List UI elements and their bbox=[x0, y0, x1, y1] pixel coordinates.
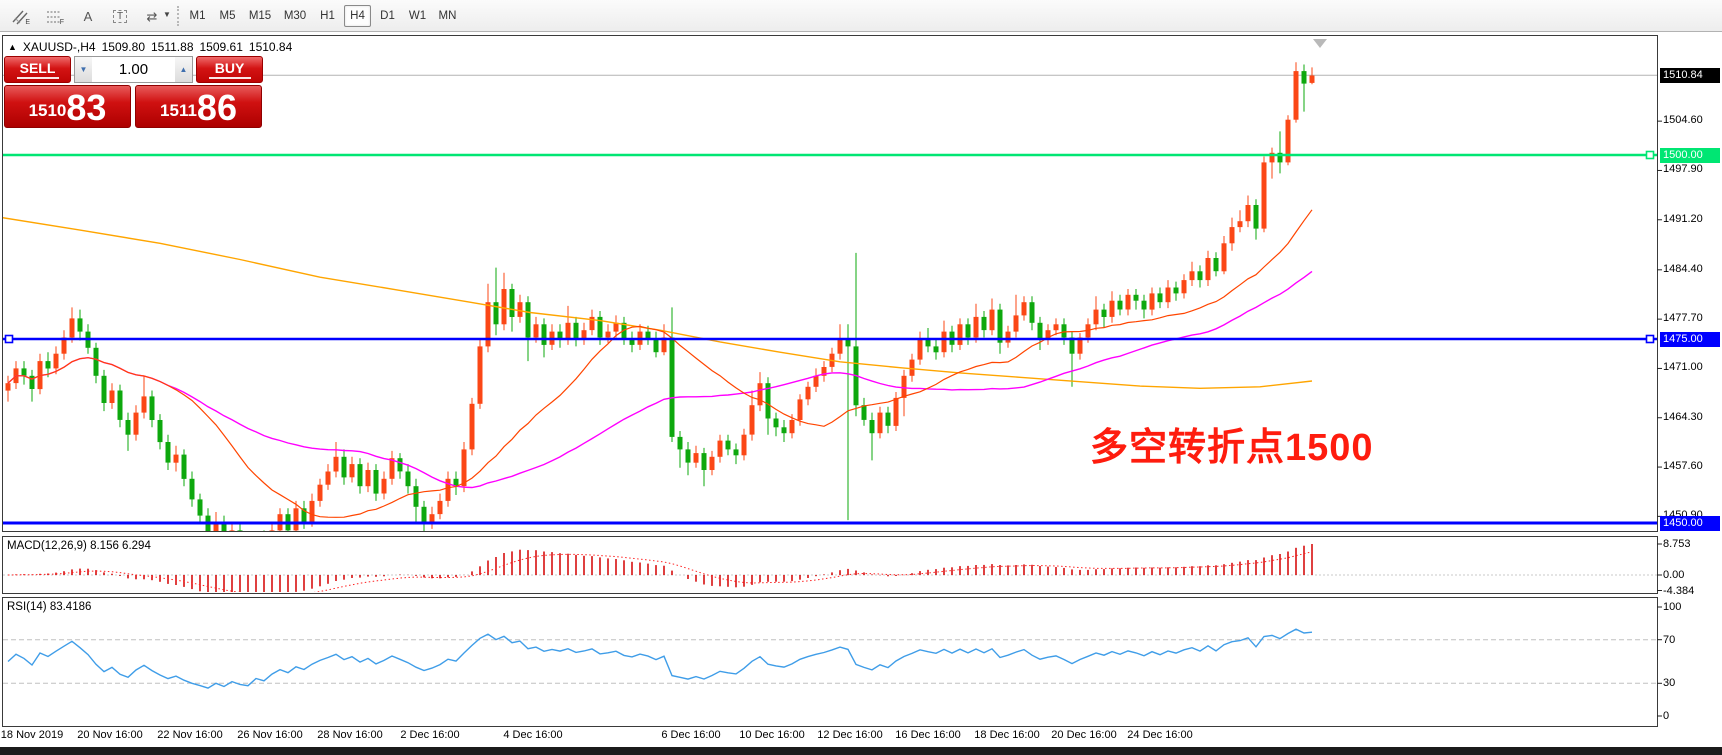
buy-price-panel[interactable]: 1511 86 bbox=[135, 85, 262, 128]
chart-text-annotation[interactable]: 多空转折点1500 bbox=[1090, 416, 1374, 471]
macd-signal-line bbox=[8, 552, 1312, 596]
window-bottom-edge bbox=[0, 747, 1722, 755]
time-tick-label: 18 Dec 16:00 bbox=[974, 729, 1039, 741]
time-tick-label: 18 Nov 2019 bbox=[1, 729, 63, 741]
tab-timeframe-m15[interactable]: M15 bbox=[244, 5, 276, 27]
tab-timeframe-d1[interactable]: D1 bbox=[374, 5, 401, 27]
equidistant-channel-icon[interactable]: E bbox=[8, 5, 32, 28]
buy-button[interactable]: BUY bbox=[196, 56, 263, 83]
level-price-badge: 1475.00 bbox=[1660, 332, 1720, 347]
sell-price-handle: 1510 bbox=[29, 101, 67, 121]
price-tick-label: 1471.00 bbox=[1663, 361, 1721, 373]
volume-input[interactable] bbox=[92, 57, 175, 82]
symbols-cycle-icon[interactable]: ⇄ bbox=[140, 5, 164, 28]
price-tick-label: 1484.40 bbox=[1663, 263, 1721, 275]
rsi-line bbox=[8, 629, 1312, 688]
level-price-badge: 1450.00 bbox=[1660, 516, 1720, 531]
ohlc-close: 1510.84 bbox=[249, 40, 292, 54]
time-tick-label: 6 Dec 16:00 bbox=[661, 729, 720, 741]
time-tick-label: 12 Dec 16:00 bbox=[817, 729, 882, 741]
macd-axis-label: 8.753 bbox=[1663, 538, 1721, 550]
buy-price-pips: 86 bbox=[197, 91, 237, 125]
current-price-badge: 1510.84 bbox=[1660, 68, 1720, 83]
tab-timeframe-m1[interactable]: M1 bbox=[184, 5, 211, 27]
time-tick-label: 24 Dec 16:00 bbox=[1127, 729, 1192, 741]
price-tick-label: 1477.70 bbox=[1663, 312, 1721, 324]
collapse-trade-panel-icon[interactable]: ▲ bbox=[8, 42, 17, 52]
volume-increase-button[interactable]: ▲ bbox=[175, 57, 192, 82]
tab-timeframe-m30[interactable]: M30 bbox=[279, 5, 311, 27]
toolbar-separator bbox=[177, 6, 179, 26]
level-price-badge: 1500.00 bbox=[1660, 148, 1720, 163]
tab-timeframe-h1[interactable]: H1 bbox=[314, 5, 341, 27]
volume-stepper: ▼ ▲ bbox=[74, 56, 193, 83]
macd-axis-label: 0.00 bbox=[1663, 569, 1721, 581]
price-tick-label: 1497.90 bbox=[1663, 163, 1721, 175]
ma-fast-line bbox=[8, 210, 1312, 518]
time-tick-label: 16 Dec 16:00 bbox=[895, 729, 960, 741]
line-handle bbox=[1647, 152, 1654, 159]
symbol-title: XAUUSD-,H4 bbox=[23, 40, 96, 54]
rsi-axis-label: 100 bbox=[1663, 601, 1721, 613]
line-handle bbox=[6, 336, 13, 343]
label-tool-icon[interactable]: T bbox=[108, 5, 132, 28]
price-tick-label: 1491.20 bbox=[1663, 213, 1721, 225]
tab-timeframe-mn[interactable]: MN bbox=[434, 5, 461, 27]
time-tick-label: 26 Nov 16:00 bbox=[237, 729, 302, 741]
sell-price-panel[interactable]: 1510 83 bbox=[4, 85, 131, 128]
price-tick-label: 1504.60 bbox=[1663, 114, 1721, 126]
chart-end-marker-icon bbox=[1313, 39, 1327, 48]
chart-symbol-header: ▲ XAUUSD-,H4 1509.80 1511.88 1509.61 151… bbox=[8, 40, 292, 54]
sell-price-pips: 83 bbox=[66, 91, 106, 125]
sell-button[interactable]: SELL bbox=[4, 56, 71, 83]
macd-axis-label: -4.384 bbox=[1663, 585, 1721, 597]
one-click-trading-widget: SELL ▼ ▲ BUY 1510 83 1511 86 bbox=[4, 56, 263, 128]
rsi-label: RSI(14) 83.4186 bbox=[7, 601, 91, 613]
time-tick-label: 22 Nov 16:00 bbox=[157, 729, 222, 741]
time-tick-label: 20 Nov 16:00 bbox=[77, 729, 142, 741]
time-tick-label: 10 Dec 16:00 bbox=[739, 729, 804, 741]
tab-timeframe-h4[interactable]: H4 bbox=[344, 5, 371, 27]
tab-timeframe-w1[interactable]: W1 bbox=[404, 5, 431, 27]
ma-slow-line bbox=[2, 218, 1312, 389]
text-tool-icon[interactable]: A bbox=[76, 5, 100, 28]
time-tick-label: 4 Dec 16:00 bbox=[503, 729, 562, 741]
rsi-axis-label: 0 bbox=[1663, 710, 1721, 722]
time-tick-label: 20 Dec 16:00 bbox=[1051, 729, 1116, 741]
time-tick-label: 28 Nov 16:00 bbox=[317, 729, 382, 741]
price-tick-label: 1457.60 bbox=[1663, 460, 1721, 472]
candles bbox=[6, 62, 1315, 585]
toolbar: EFAT ⇄▼ M1M5M15M30H1H4D1W1MN bbox=[0, 0, 1722, 32]
line-handle bbox=[1647, 336, 1654, 343]
rsi-axis-label: 30 bbox=[1663, 677, 1721, 689]
tool-dropdown-caret-icon[interactable]: ▼ bbox=[163, 10, 175, 24]
macd-label: MACD(12,26,9) 8.156 6.294 bbox=[7, 540, 151, 552]
buy-price-handle: 1511 bbox=[160, 101, 197, 121]
volume-decrease-button[interactable]: ▼ bbox=[75, 57, 92, 82]
ohlc-low: 1509.61 bbox=[200, 40, 243, 54]
mt4-terminal: EFAT⇄▼M1M5M15M30H1H4D1W1MN ▲ XAUUSD-,H4 … bbox=[0, 0, 1722, 755]
ohlc-open: 1509.80 bbox=[102, 40, 145, 54]
tab-timeframe-m5[interactable]: M5 bbox=[214, 5, 241, 27]
time-tick-label: 2 Dec 16:00 bbox=[400, 729, 459, 741]
ohlc-high: 1511.88 bbox=[151, 40, 194, 54]
price-tick-label: 1464.30 bbox=[1663, 411, 1721, 423]
macd-histogram bbox=[8, 544, 1312, 599]
fibonacci-tool-icon[interactable]: F bbox=[42, 5, 66, 28]
rsi-axis-label: 70 bbox=[1663, 634, 1721, 646]
